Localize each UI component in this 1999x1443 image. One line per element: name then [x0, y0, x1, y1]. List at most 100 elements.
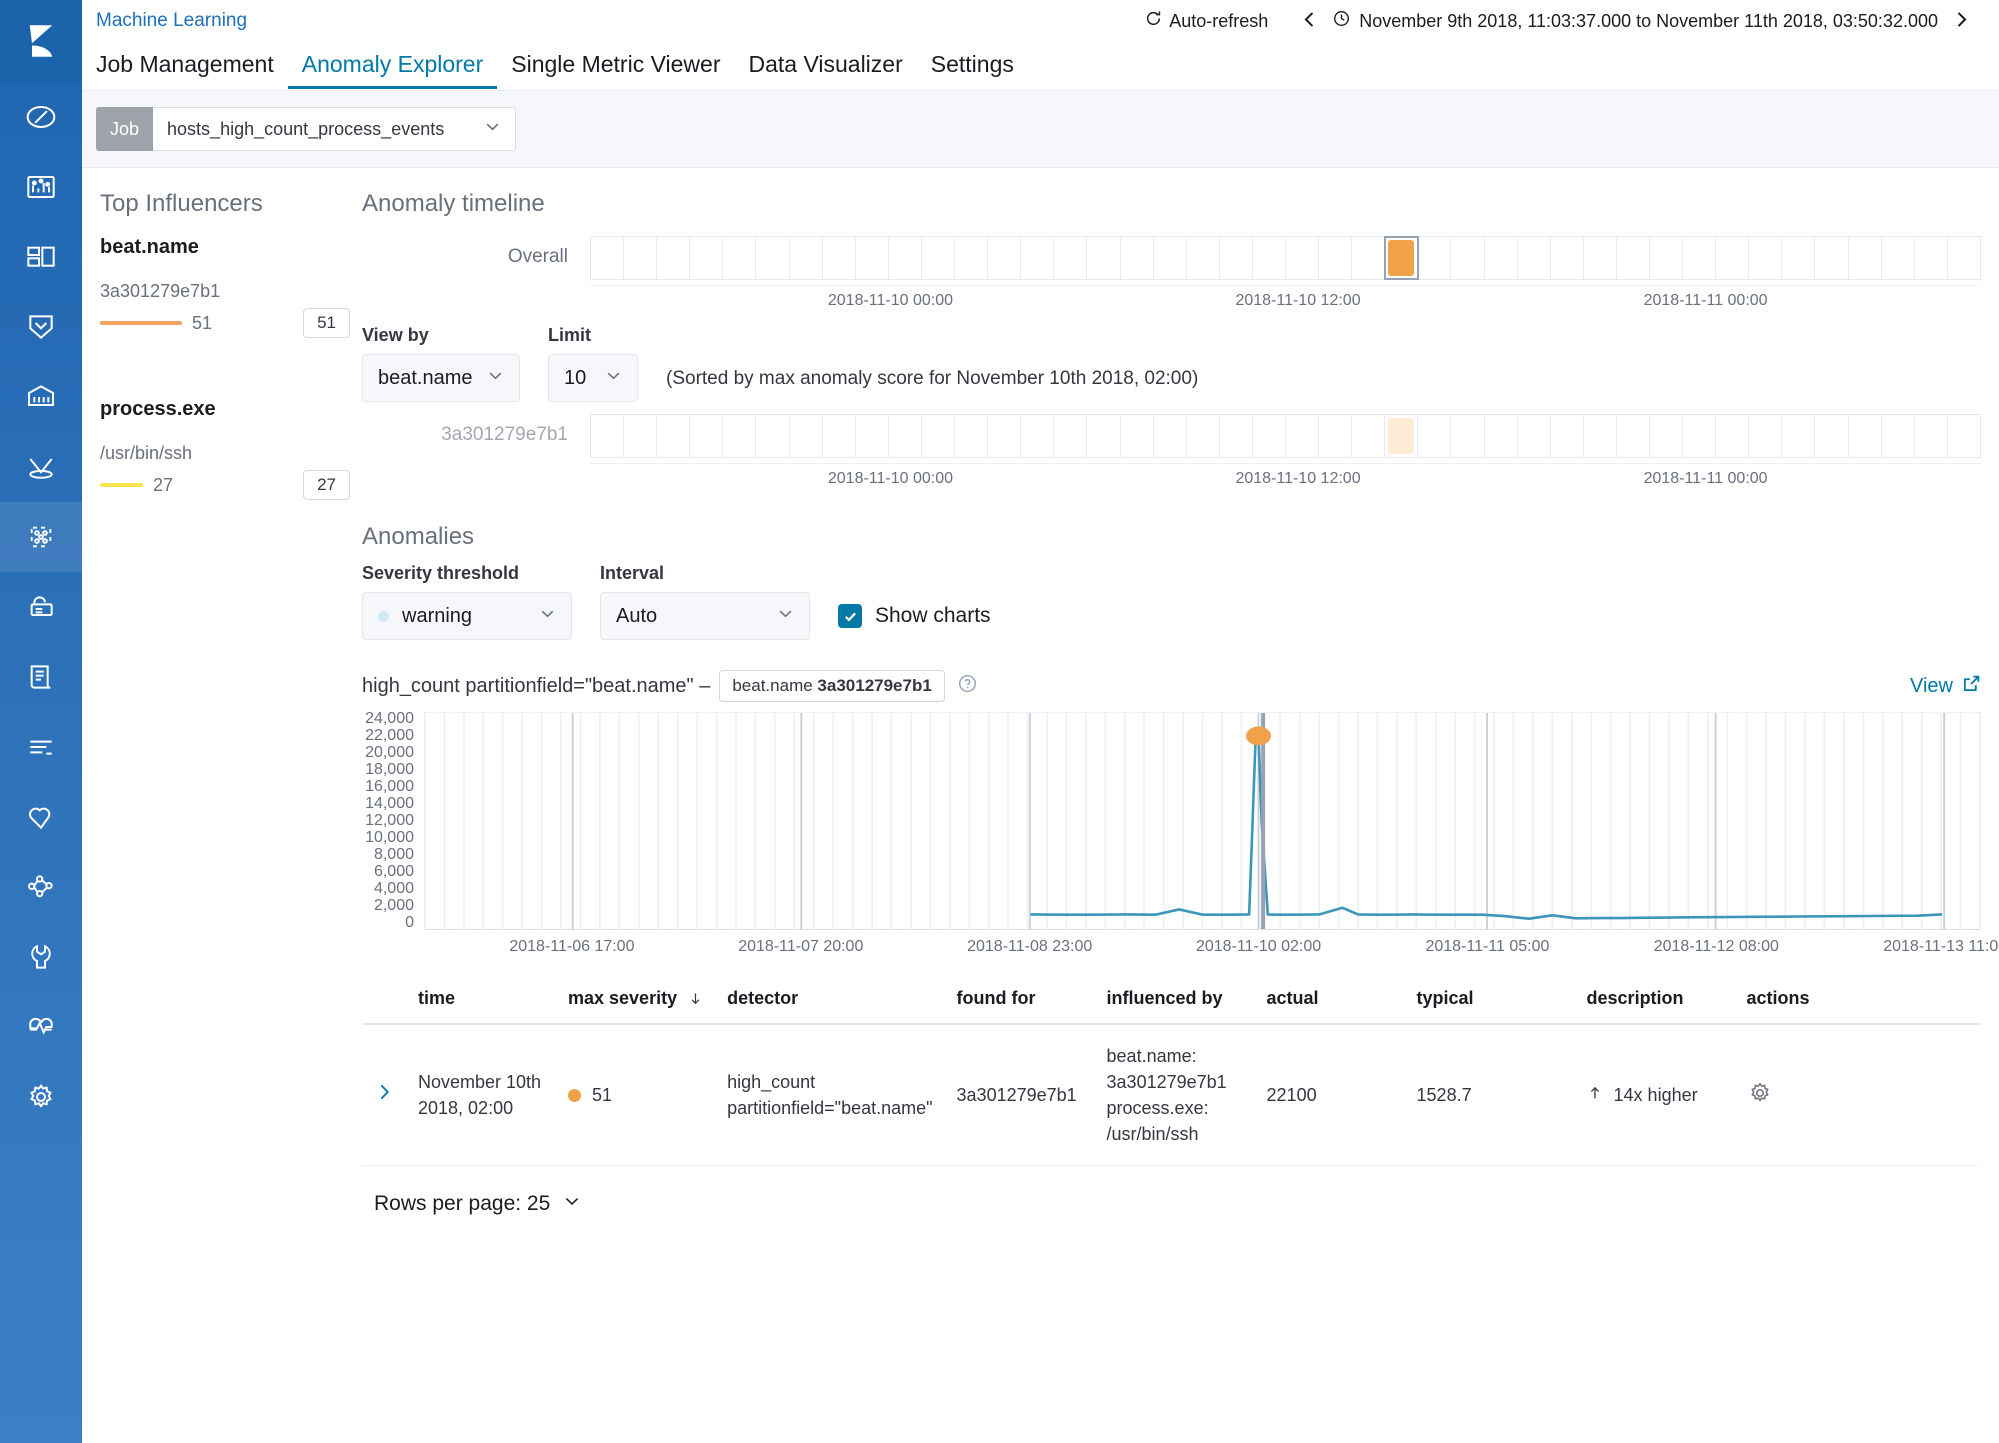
swimlane-cell[interactable] — [1418, 415, 1452, 457]
swimlane-cell[interactable] — [1220, 415, 1253, 457]
swimlane-cell[interactable] — [889, 237, 922, 279]
swimlane-cell[interactable] — [657, 415, 691, 457]
swimlane-cell[interactable] — [657, 237, 691, 279]
swimlane-cell[interactable] — [1385, 415, 1419, 457]
show-charts-checkbox[interactable]: Show charts — [838, 604, 991, 640]
swimlane-cell[interactable] — [1451, 415, 1485, 457]
dev-tools-icon[interactable] — [0, 922, 82, 992]
canvas-icon[interactable] — [0, 292, 82, 362]
cell-actions[interactable] — [1734, 1024, 1981, 1167]
graph-icon[interactable] — [0, 852, 82, 922]
swimlane-cell[interactable] — [1121, 237, 1154, 279]
swimlane-cells[interactable] — [590, 414, 1981, 458]
swimlane-cell[interactable] — [1253, 237, 1286, 279]
swimlane-cell[interactable] — [1815, 415, 1849, 457]
job-select[interactable]: hosts_high_count_process_events — [153, 107, 517, 151]
discover-icon[interactable] — [0, 82, 82, 152]
swimlane-cell[interactable] — [1451, 237, 1485, 279]
swimlane-cell[interactable] — [1485, 415, 1518, 457]
swimlane-cell[interactable] — [690, 237, 724, 279]
column-influenced-by[interactable]: influenced by — [1094, 988, 1255, 1025]
logs-icon[interactable] — [0, 642, 82, 712]
swimlane-cell[interactable] — [1948, 237, 1980, 279]
swimlane-cell[interactable] — [823, 237, 856, 279]
swimlane-cell[interactable] — [690, 415, 724, 457]
swimlane-cell[interactable] — [723, 415, 757, 457]
swimlane-cell[interactable] — [1782, 415, 1816, 457]
tab-settings[interactable]: Settings — [917, 42, 1028, 89]
swimlane-cell[interactable] — [1187, 237, 1220, 279]
column-max-severity[interactable]: max severity — [556, 988, 716, 1025]
limit-select[interactable]: 10 — [548, 354, 638, 402]
monitoring-icon[interactable] — [0, 992, 82, 1062]
swimlane-cell[interactable] — [1617, 415, 1650, 457]
swimlane-cell[interactable] — [1121, 415, 1154, 457]
swimlane-cell[interactable] — [1584, 415, 1617, 457]
column-found-for[interactable]: found for — [944, 988, 1095, 1025]
swimlane-cell[interactable] — [1716, 415, 1750, 457]
swimlane-cell[interactable] — [889, 415, 922, 457]
swimlane-cell[interactable] — [1220, 237, 1253, 279]
swimlane-cell[interactable] — [922, 415, 956, 457]
swimlane-cell[interactable] — [1087, 415, 1121, 457]
swimlane-cell[interactable] — [1319, 415, 1353, 457]
swimlane-cell[interactable] — [1551, 415, 1584, 457]
infrastructure-icon[interactable] — [0, 572, 82, 642]
swimlane-cell[interactable] — [1154, 415, 1187, 457]
swimlane-cell[interactable] — [823, 415, 856, 457]
swimlane-cell[interactable] — [988, 415, 1022, 457]
interval-select[interactable]: Auto — [600, 592, 810, 640]
visualize-icon[interactable] — [0, 152, 82, 222]
swimlane-cell[interactable] — [1054, 415, 1088, 457]
swimlane-cell[interactable] — [1749, 415, 1783, 457]
swimlane-cell[interactable] — [1882, 237, 1915, 279]
swimlane-cell[interactable] — [1584, 237, 1617, 279]
management-icon[interactable] — [0, 1062, 82, 1132]
swimlane-cell[interactable] — [1352, 415, 1386, 457]
column-actual[interactable]: actual — [1254, 988, 1405, 1025]
tab-data-visualizer[interactable]: Data Visualizer — [734, 42, 916, 89]
swimlane-cell[interactable] — [1782, 237, 1816, 279]
tab-single-metric-viewer[interactable]: Single Metric Viewer — [497, 42, 734, 89]
swimlane-cell[interactable] — [1915, 237, 1948, 279]
question-circle-icon[interactable] — [958, 674, 977, 698]
swimlane-cell[interactable] — [856, 237, 889, 279]
swimlane-cell[interactable] — [1187, 415, 1220, 457]
swimlane-cell[interactable] — [1319, 237, 1353, 279]
swimlane-cell[interactable] — [591, 415, 625, 457]
swimlane-cell[interactable] — [1617, 237, 1650, 279]
tab-job-management[interactable]: Job Management — [96, 42, 288, 89]
swimlane-cell[interactable] — [955, 237, 989, 279]
influencer-entry[interactable]: 3a301279e7b1 51 51 — [100, 281, 350, 338]
swimlane-cell[interactable] — [1518, 237, 1551, 279]
chevron-right-icon[interactable] — [374, 1082, 394, 1107]
time-prev-button[interactable] — [1286, 10, 1333, 33]
swimlane-cell[interactable] — [1716, 237, 1750, 279]
swimlane-cell[interactable] — [1485, 237, 1518, 279]
swimlane-cell[interactable] — [790, 415, 823, 457]
swimlane-cell[interactable] — [1683, 237, 1717, 279]
timelion-icon[interactable] — [0, 432, 82, 502]
column-detector[interactable]: detector — [715, 988, 945, 1025]
swimlane-cell[interactable] — [856, 415, 889, 457]
swimlane-cell[interactable] — [624, 415, 658, 457]
tab-anomaly-explorer[interactable]: Anomaly Explorer — [287, 42, 498, 89]
column-description[interactable]: description — [1574, 988, 1735, 1025]
swimlane-cell[interactable] — [988, 237, 1022, 279]
swimlane-cell[interactable] — [591, 237, 625, 279]
swimlane-cell[interactable] — [922, 237, 956, 279]
swimlane-cell[interactable] — [1352, 237, 1386, 279]
rows-per-page-button[interactable]: Rows per page: 25 — [374, 1192, 581, 1216]
swimlane-cell[interactable] — [1286, 415, 1320, 457]
time-range-button[interactable]: November 9th 2018, 11:03:37.000 to Novem… — [1333, 10, 1938, 32]
swimlane-cell[interactable] — [1551, 237, 1584, 279]
machine-learning-icon[interactable] — [0, 502, 82, 572]
swimlane-cell[interactable] — [1650, 415, 1684, 457]
swimlane-cell[interactable] — [1683, 415, 1717, 457]
swimlane-cell[interactable] — [1882, 415, 1915, 457]
swimlane-cell[interactable] — [1384, 236, 1420, 280]
swimlane-cell[interactable] — [955, 415, 989, 457]
swimlane-cell[interactable] — [790, 237, 823, 279]
swimlane-cell[interactable] — [1054, 237, 1088, 279]
swimlane-cell[interactable] — [1286, 237, 1320, 279]
